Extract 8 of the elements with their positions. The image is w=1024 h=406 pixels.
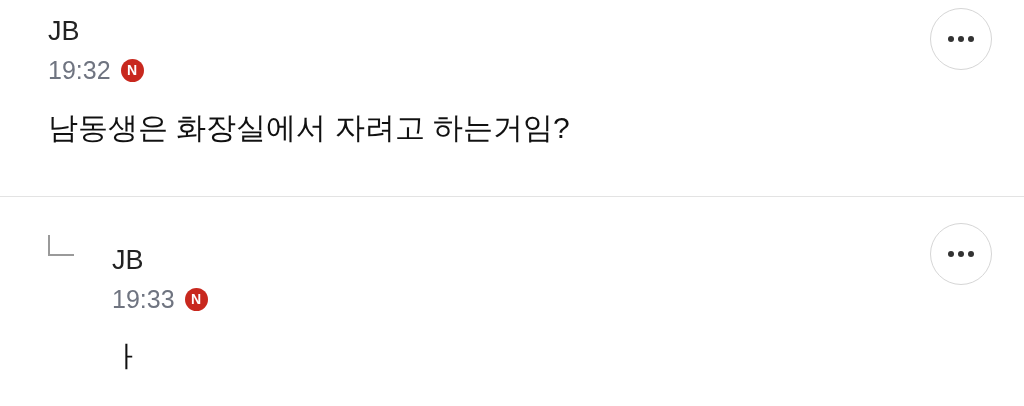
comment-time: 19:32 <box>48 55 111 86</box>
comment-author: JB <box>112 244 144 277</box>
new-badge: N <box>120 58 144 82</box>
comment-author: JB <box>48 15 80 48</box>
comment-text: ㅏ <box>112 339 142 375</box>
new-badge: N <box>184 287 208 311</box>
comment-time: 19:33 <box>112 284 175 315</box>
comment-text: 남동생은 화장실에서 자려고 하는거임? <box>48 110 570 146</box>
